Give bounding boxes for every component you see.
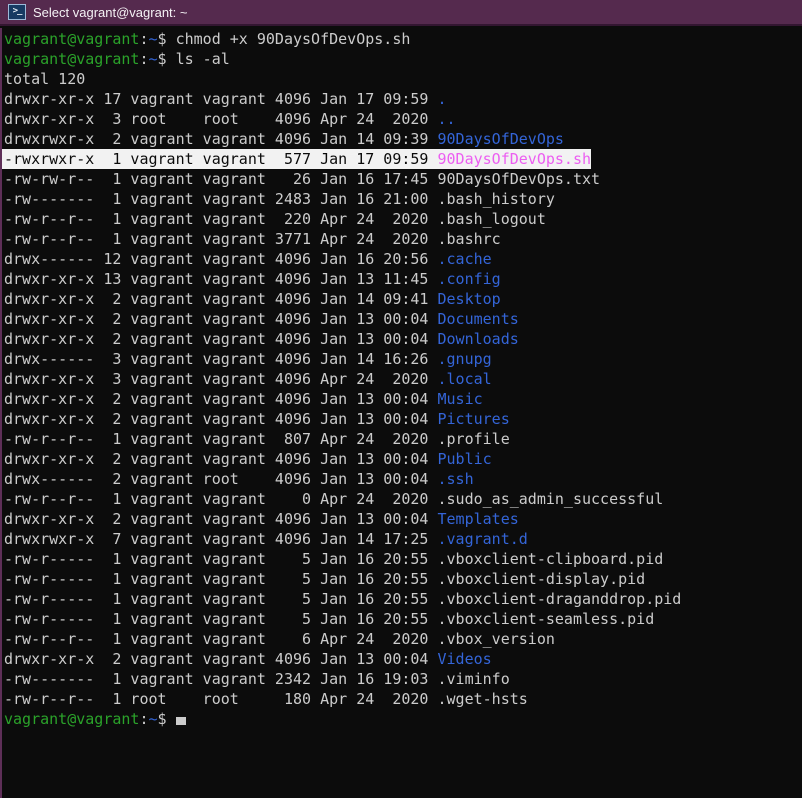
file-name: 90DaysOfDevOps.sh [437, 150, 591, 168]
window-left-border [0, 28, 2, 798]
listing-row: -rw-r--r-- 1 vagrant vagrant 6 Apr 24 20… [4, 629, 802, 649]
listing-row: -rw------- 1 vagrant vagrant 2342 Jan 16… [4, 669, 802, 689]
terminal-command-line: vagrant@vagrant:~$ ls -al [4, 49, 802, 69]
listing-row: -rwxrwxr-x 1 vagrant vagrant 577 Jan 17 … [4, 149, 802, 169]
file-name: .profile [437, 430, 509, 448]
file-name: .gnupg [437, 350, 491, 368]
listing-row: drwxr-xr-x 2 vagrant vagrant 4096 Jan 13… [4, 409, 802, 429]
terminal-cursor [176, 717, 186, 725]
listing-row: drwx------ 3 vagrant vagrant 4096 Jan 14… [4, 349, 802, 369]
listing-row: -rw-r--r-- 1 vagrant vagrant 0 Apr 24 20… [4, 489, 802, 509]
file-name: .bash_logout [437, 210, 545, 228]
file-name: Pictures [437, 410, 509, 428]
listing-row: drwxr-xr-x 3 root root 4096 Apr 24 2020 … [4, 109, 802, 129]
file-name: .vboxclient-clipboard.pid [437, 550, 663, 568]
file-name: Videos [437, 650, 491, 668]
terminal-output: vagrant@vagrant:~$ chmod +x 90DaysOfDevO… [4, 29, 802, 729]
file-name: .. [437, 110, 455, 128]
listing-row: drwxr-xr-x 2 vagrant vagrant 4096 Jan 13… [4, 509, 802, 529]
terminal-viewport[interactable]: vagrant@vagrant:~$ chmod +x 90DaysOfDevO… [0, 26, 802, 796]
listing-row: drwxr-xr-x 13 vagrant vagrant 4096 Jan 1… [4, 269, 802, 289]
listing-row: drwxr-xr-x 2 vagrant vagrant 4096 Jan 14… [4, 289, 802, 309]
listing-row: -rw-r--r-- 1 vagrant vagrant 3771 Apr 24… [4, 229, 802, 249]
powershell-icon: >_ [8, 4, 26, 20]
file-name: .vboxclient-display.pid [437, 570, 645, 588]
listing-row: drwxr-xr-x 3 vagrant vagrant 4096 Apr 24… [4, 369, 802, 389]
terminal-command-line: vagrant@vagrant:~$ chmod +x 90DaysOfDevO… [4, 29, 802, 49]
file-name: .sudo_as_admin_successful [437, 490, 663, 508]
listing-row: drwxr-xr-x 2 vagrant vagrant 4096 Jan 13… [4, 649, 802, 669]
file-name: .ssh [437, 470, 473, 488]
file-name: Downloads [437, 330, 518, 348]
listing-row: drwx------ 12 vagrant vagrant 4096 Jan 1… [4, 249, 802, 269]
listing-row: drwxr-xr-x 2 vagrant vagrant 4096 Jan 13… [4, 309, 802, 329]
listing-row: -rw------- 1 vagrant vagrant 2483 Jan 16… [4, 189, 802, 209]
listing-row: drwxr-xr-x 2 vagrant vagrant 4096 Jan 13… [4, 449, 802, 469]
file-name: .bash_history [437, 190, 554, 208]
listing-row: -rw-r----- 1 vagrant vagrant 5 Jan 16 20… [4, 609, 802, 629]
window-titlebar[interactable]: >_ Select vagrant@vagrant: ~ [0, 0, 802, 26]
file-name: Music [437, 390, 482, 408]
file-name: .vboxclient-draganddrop.pid [437, 590, 681, 608]
file-name: 90DaysOfDevOps [437, 130, 563, 148]
window-title: Select vagrant@vagrant: ~ [33, 5, 187, 20]
listing-row: -rw-r----- 1 vagrant vagrant 5 Jan 16 20… [4, 549, 802, 569]
listing-row: drwx------ 2 vagrant root 4096 Jan 13 00… [4, 469, 802, 489]
file-name: .vagrant.d [437, 530, 527, 548]
terminal-total-line: total 120 [4, 69, 802, 89]
file-name: Public [437, 450, 491, 468]
file-name: Templates [437, 510, 518, 528]
file-name: .viminfo [437, 670, 509, 688]
file-name: .wget-hsts [437, 690, 527, 708]
listing-row: drwxr-xr-x 2 vagrant vagrant 4096 Jan 13… [4, 389, 802, 409]
terminal-prompt-line: vagrant@vagrant:~$ [4, 709, 802, 729]
listing-row: drwxr-xr-x 2 vagrant vagrant 4096 Jan 13… [4, 329, 802, 349]
file-name: .cache [437, 250, 491, 268]
listing-row: -rw-rw-r-- 1 vagrant vagrant 26 Jan 16 1… [4, 169, 802, 189]
listing-row: -rw-r--r-- 1 vagrant vagrant 220 Apr 24 … [4, 209, 802, 229]
listing-row: -rw-r--r-- 1 vagrant vagrant 807 Apr 24 … [4, 429, 802, 449]
file-name: . [437, 90, 446, 108]
file-name: Desktop [437, 290, 500, 308]
file-name: Documents [437, 310, 518, 328]
listing-row: drwxrwxr-x 7 vagrant vagrant 4096 Jan 14… [4, 529, 802, 549]
file-name: .bashrc [437, 230, 500, 248]
console-window: >_ Select vagrant@vagrant: ~ vagrant@vag… [0, 0, 802, 798]
file-name: .vbox_version [437, 630, 554, 648]
listing-row: drwxr-xr-x 17 vagrant vagrant 4096 Jan 1… [4, 89, 802, 109]
listing-row: -rw-r----- 1 vagrant vagrant 5 Jan 16 20… [4, 589, 802, 609]
listing-row: -rw-r----- 1 vagrant vagrant 5 Jan 16 20… [4, 569, 802, 589]
file-name: 90DaysOfDevOps.txt [437, 170, 600, 188]
file-name: .local [437, 370, 491, 388]
listing-row: drwxrwxr-x 2 vagrant vagrant 4096 Jan 14… [4, 129, 802, 149]
file-name: .config [437, 270, 500, 288]
listing-row: -rw-r--r-- 1 root root 180 Apr 24 2020 .… [4, 689, 802, 709]
file-name: .vboxclient-seamless.pid [437, 610, 654, 628]
